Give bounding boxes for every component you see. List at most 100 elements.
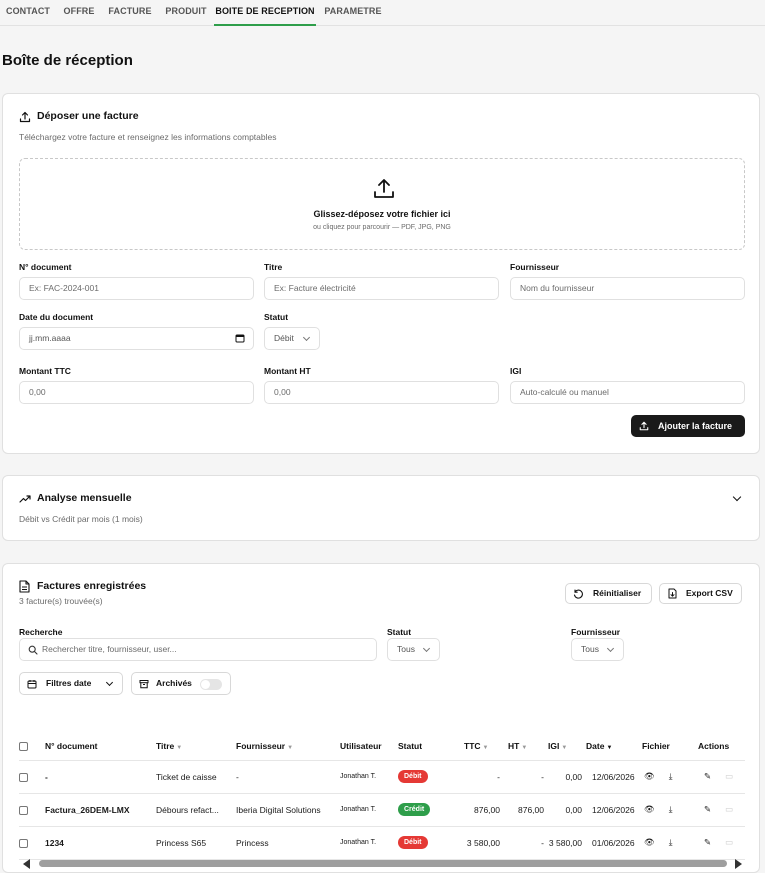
tab-offre[interactable]: OFFRE [56, 0, 102, 26]
upload-card-subtitle: Téléchargez votre facture et renseignez … [19, 132, 277, 142]
status-badge: Crédit [398, 803, 431, 816]
tab-parametre[interactable]: PARAMETRE [316, 0, 390, 26]
eye-icon[interactable]: 👁 [644, 771, 655, 781]
tab-contact[interactable]: CONTACT [0, 0, 56, 26]
ht-label: Montant HT [264, 366, 311, 376]
export-csv-label: Export CSV [686, 588, 733, 598]
col-titre[interactable]: Titre ▼ [156, 732, 236, 761]
col-date[interactable]: Date ▼ [582, 732, 642, 761]
ttc-input[interactable]: 0,00 [19, 381, 254, 404]
calendar-icon [27, 680, 37, 689]
refresh-icon [573, 589, 583, 599]
invoices-count: 3 facture(s) trouvée(s) [19, 596, 103, 606]
search-input[interactable]: Rechercher titre, fournisseur, user... [19, 638, 377, 661]
download-icon[interactable]: ⤓ [669, 771, 673, 781]
doc-number-input[interactable]: Ex: FAC-2024-001 [19, 277, 254, 300]
col-ht[interactable]: HT ▼ [500, 732, 544, 761]
cell-igi: 0,00 [544, 760, 582, 794]
tab-facture[interactable]: FACTURE [102, 0, 158, 26]
row-checkbox[interactable] [19, 772, 28, 782]
cell-fournisseur: - [236, 760, 340, 794]
col-ttc[interactable]: TTC ▼ [454, 732, 500, 761]
eye-icon[interactable]: 👁 [644, 837, 655, 847]
table-header-row: N° document Titre ▼ Fournisseur ▼ Utilisat… [19, 732, 745, 761]
row-checkbox[interactable] [19, 838, 28, 848]
archived-label: Archivés [156, 678, 192, 688]
date-input[interactable]: jj.mm.aaaa [19, 327, 254, 350]
cell-igi: 3 580,00 [544, 826, 582, 860]
tab-boite-de-reception[interactable]: BOITE DE RECEPTION [214, 0, 316, 26]
cell-user: Jonathan T. [340, 760, 398, 794]
cell-ht: 876,00 [500, 793, 544, 827]
cell-user: Jonathan T. [340, 826, 398, 860]
edit-icon[interactable]: ✎ [704, 837, 711, 847]
analysis-title: Analyse mensuelle [37, 492, 132, 504]
status-select-value: Débit [274, 333, 294, 343]
archive-icon[interactable]: ▭ [725, 804, 733, 814]
chevron-down-icon[interactable] [732, 492, 742, 502]
export-csv-button[interactable]: Export CSV [659, 583, 742, 604]
title-input[interactable]: Ex: Facture électricité [264, 277, 499, 300]
igi-label: IGI [510, 366, 522, 376]
search-icon [28, 645, 38, 655]
filter-supplier-select[interactable]: Tous [571, 638, 624, 661]
col-doc[interactable]: N° document [45, 732, 156, 761]
archive-icon[interactable]: ▭ [725, 837, 733, 847]
col-fournisseur[interactable]: Fournisseur ▼ [236, 732, 340, 761]
filter-status-label: Statut [387, 627, 412, 637]
edit-icon[interactable]: ✎ [704, 771, 711, 781]
archive-icon[interactable]: ▭ [725, 771, 733, 781]
table-row[interactable]: Factura_26DEM-LMX Débours refact... Iber… [19, 793, 745, 827]
chevron-down-icon [606, 644, 615, 653]
status-badge: Débit [398, 836, 428, 849]
horizontal-scrollbar[interactable] [39, 860, 727, 867]
col-utilisateur: Utilisateur [340, 732, 398, 761]
cell-ht: - [500, 826, 544, 860]
calendar-icon[interactable] [235, 333, 245, 343]
igi-input[interactable]: Auto-calculé ou manuel [510, 381, 745, 404]
status-select[interactable]: Débit [264, 327, 320, 350]
invoices-table: N° document Titre ▼ Fournisseur ▼ Utilisat… [19, 732, 745, 860]
add-invoice-button[interactable]: Ajouter la facture [631, 415, 745, 437]
edit-icon[interactable]: ✎ [704, 804, 711, 814]
file-dropzone[interactable]: Glissez-déposez votre fichier ici ou cli… [19, 158, 745, 250]
eye-icon[interactable]: 👁 [644, 804, 655, 814]
filter-status-value: Tous [397, 644, 415, 654]
ht-input[interactable]: 0,00 [264, 381, 499, 404]
cell-date: 12/06/2026 [582, 793, 642, 827]
cell-igi: 0,00 [544, 793, 582, 827]
dropzone-title: Glissez-déposez votre fichier ici [313, 209, 451, 219]
filter-status-select[interactable]: Tous [387, 638, 440, 661]
tab-produit[interactable]: PRODUIT [158, 0, 214, 26]
reset-button[interactable]: Réinitialiser [565, 583, 652, 604]
page-title: Boîte de réception [2, 52, 133, 69]
dropzone-hint: ou cliquez pour parcourir — PDF, JPG, PN… [313, 224, 451, 231]
cell-doc: - [45, 760, 156, 794]
download-icon[interactable]: ⤓ [669, 804, 673, 814]
select-all-checkbox[interactable] [19, 741, 28, 751]
ttc-label: Montant TTC [19, 366, 71, 376]
download-icon[interactable]: ⤓ [669, 837, 673, 847]
cell-date: 12/06/2026 [582, 760, 642, 794]
add-invoice-label: Ajouter la facture [658, 421, 733, 431]
row-checkbox[interactable] [19, 805, 28, 815]
invoices-title: Factures enregistrées [37, 580, 147, 592]
cell-ttc: 876,00 [454, 793, 500, 827]
table-row[interactable]: - Ticket de caisse - Jonathan T. Débit -… [19, 760, 745, 794]
upload-icon [19, 111, 31, 123]
table-row[interactable]: 1234 Princess S65 Princess Jonathan T. D… [19, 826, 745, 860]
cell-titre: Ticket de caisse [156, 760, 236, 794]
chevron-down-icon [302, 333, 311, 342]
supplier-input[interactable]: Nom du fournisseur [510, 277, 745, 300]
status-label: Statut [264, 312, 289, 322]
supplier-label: Fournisseur [510, 262, 560, 272]
archived-toggle[interactable] [200, 679, 222, 690]
col-igi[interactable]: IGI ▼ [544, 732, 582, 761]
col-statut: Statut [398, 732, 454, 761]
cell-fournisseur: Iberia Digital Solutions [236, 793, 340, 827]
cell-fournisseur: Princess [236, 826, 340, 860]
chevron-down-icon [105, 678, 114, 687]
analysis-card[interactable]: Analyse mensuelle Débit vs Crédit par mo… [2, 475, 760, 541]
cell-date: 01/06/2026 [582, 826, 642, 860]
date-filters-button[interactable]: Filtres date [19, 672, 123, 695]
